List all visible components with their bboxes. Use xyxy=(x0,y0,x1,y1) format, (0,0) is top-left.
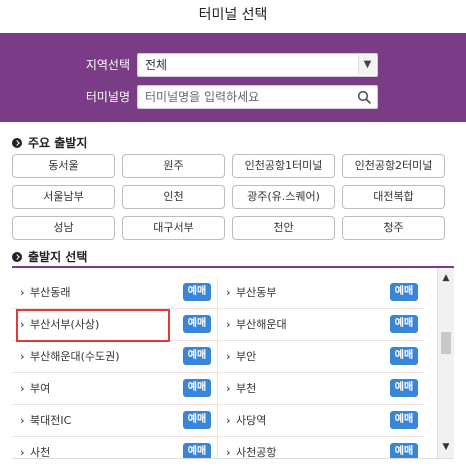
departure-item[interactable]: › 사당역 예매 xyxy=(218,405,424,437)
window-title: 터미널 선택 xyxy=(0,0,466,33)
departure-item[interactable]: › 부산해운대(수도권) 예매 xyxy=(12,341,218,373)
major-item[interactable]: 동서울 xyxy=(12,154,115,178)
departure-name: 부천 xyxy=(236,382,257,395)
search-panel: 지역선택 전체 ▼ 터미널명 터미널명을 입력하세요 xyxy=(0,33,466,122)
check-circle-icon xyxy=(12,138,22,148)
book-button[interactable]: 예매 xyxy=(183,379,211,397)
chevron-right-icon: › xyxy=(20,446,25,459)
book-button[interactable]: 예매 xyxy=(390,283,418,301)
chevron-down-icon: ▼ xyxy=(358,55,376,75)
major-item[interactable]: 대전복합 xyxy=(342,185,445,209)
region-select-value: 전체 xyxy=(145,58,168,72)
region-select[interactable]: 전체 ▼ xyxy=(137,53,378,77)
book-button[interactable]: 예매 xyxy=(390,379,418,397)
departure-name: 사천 xyxy=(30,446,51,459)
book-button[interactable]: 예매 xyxy=(390,443,418,458)
departure-select-heading: 출발지 선택 xyxy=(12,248,87,266)
departure-item[interactable]: › 북대전IC 예매 xyxy=(12,405,218,437)
departure-name: 부산동래 xyxy=(30,286,71,299)
chevron-right-icon: › xyxy=(226,350,231,363)
region-row: 지역선택 전체 ▼ xyxy=(0,53,466,77)
departure-name: 북대전IC xyxy=(30,414,72,427)
chevron-right-icon: › xyxy=(226,446,231,459)
departure-name: 부안 xyxy=(236,350,257,363)
departure-item[interactable]: › 부산동부 예매 xyxy=(218,277,424,309)
departure-item[interactable]: › 부천 예매 xyxy=(218,373,424,405)
major-item[interactable]: 서울남부 xyxy=(12,185,115,209)
book-button[interactable]: 예매 xyxy=(183,315,211,333)
departure-name: 부산동부 xyxy=(236,286,277,299)
search-icon[interactable] xyxy=(357,90,371,104)
region-label: 지역선택 xyxy=(85,58,130,72)
book-button[interactable]: 예매 xyxy=(183,411,211,429)
departure-item[interactable]: › 부산동래 예매 xyxy=(12,277,218,309)
terminal-search-input[interactable]: 터미널명을 입력하세요 xyxy=(137,85,378,109)
terminal-search-placeholder: 터미널명을 입력하세요 xyxy=(145,90,260,104)
departure-name: 부산해운대(수도권) xyxy=(30,350,120,363)
departure-item[interactable]: › 사천공항 예매 xyxy=(218,437,424,459)
book-button[interactable]: 예매 xyxy=(390,411,418,429)
major-item[interactable]: 인천공항1터미널 xyxy=(232,154,335,178)
major-item[interactable]: 대구서부 xyxy=(122,216,225,240)
departure-select-heading-text: 출발지 선택 xyxy=(28,250,88,264)
book-button[interactable]: 예매 xyxy=(390,347,418,365)
major-departures-grid: 동서울 원주 인천공항1터미널 인천공항2터미널 서울남부 인천 광주(유.스퀘… xyxy=(12,154,454,240)
chevron-right-icon: › xyxy=(226,414,231,427)
departure-name: 사당역 xyxy=(236,414,267,427)
major-item[interactable]: 인천 xyxy=(122,185,225,209)
major-item[interactable]: 원주 xyxy=(122,154,225,178)
chevron-right-icon: › xyxy=(226,318,231,331)
departure-name: 부여 xyxy=(30,382,51,395)
major-item[interactable]: 성남 xyxy=(12,216,115,240)
departure-item[interactable]: › 부여 예매 xyxy=(12,373,218,405)
major-departures-heading: 주요 출발지 xyxy=(12,134,87,152)
departure-item[interactable]: › 부산해운대 예매 xyxy=(218,309,424,341)
chevron-right-icon: › xyxy=(20,382,25,395)
scroll-down-arrow-icon[interactable]: ▼ xyxy=(438,441,454,453)
book-button[interactable]: 예매 xyxy=(183,443,211,458)
major-item[interactable]: 천안 xyxy=(232,216,335,240)
selection-highlight xyxy=(16,309,170,342)
departure-list: › 부산동래 예매 › 부산동부 예매 › 부산서부(사상) 예매 › 부산해운대 예매… xyxy=(12,266,454,459)
terminal-row: 터미널명 터미널명을 입력하세요 xyxy=(0,85,466,109)
scroll-up-arrow-icon[interactable]: ▲ xyxy=(438,272,454,284)
book-button[interactable]: 예매 xyxy=(183,283,211,301)
departure-item[interactable]: › 부안 예매 xyxy=(218,341,424,373)
departure-item[interactable]: › 사천 예매 xyxy=(12,437,218,459)
chevron-right-icon: › xyxy=(20,350,25,363)
book-button[interactable]: 예매 xyxy=(390,315,418,333)
major-item[interactable]: 청주 xyxy=(342,216,445,240)
terminal-label: 터미널명 xyxy=(85,90,130,104)
chevron-right-icon: › xyxy=(226,382,231,395)
list-scrollbar[interactable]: ▲ ▼ xyxy=(437,268,454,458)
scroll-thumb[interactable] xyxy=(441,332,451,354)
major-departures-heading-text: 주요 출발지 xyxy=(28,136,88,150)
major-item[interactable]: 광주(유.스퀘어) xyxy=(232,185,335,209)
departure-name: 부산해운대 xyxy=(236,318,287,331)
chevron-right-icon: › xyxy=(226,286,231,299)
major-item[interactable]: 인천공항2터미널 xyxy=(342,154,445,178)
departure-name: 사천공항 xyxy=(236,446,277,459)
chevron-right-icon: › xyxy=(20,286,25,299)
book-button[interactable]: 예매 xyxy=(183,347,211,365)
chevron-right-icon: › xyxy=(20,414,25,427)
check-circle-icon xyxy=(12,252,22,262)
